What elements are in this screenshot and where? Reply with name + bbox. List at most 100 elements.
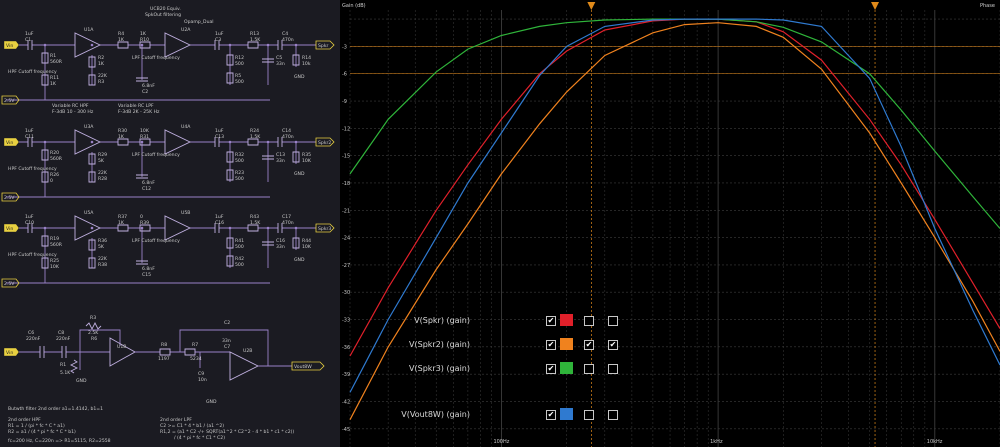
c4-ref: C14 — [282, 128, 291, 134]
opamp-u1b-label: U1B — [117, 344, 126, 350]
legend-color-swatch[interactable] — [560, 314, 573, 326]
r-lo-value: 0 — [50, 178, 53, 184]
y-tick-label: -27 — [342, 263, 350, 269]
legend-checkbox[interactable] — [584, 364, 594, 374]
schematic-canvas[interactable]: UCB20 Equiv. SpkOut filtering Opamp_Dual… — [0, 0, 340, 447]
r15-value: 1.5K — [250, 37, 261, 43]
waveform-plot-pane[interactable]: Gain (dB) Phase -3 -6 -9 -12 -15 -18 -21 -24 -27… — [340, 0, 1000, 447]
note-hpf-eq2: R2 = a1 / (4 * pi * fc * C * b1) — [8, 429, 76, 435]
legend-checkbox[interactable] — [608, 316, 618, 326]
legend-label: V(Spkr2) (gain) — [409, 340, 470, 349]
r12-value: 500 — [235, 61, 244, 67]
legend-color-swatch[interactable] — [560, 338, 573, 350]
filter-stage-2[interactable]: VinU3A U4A1uFC11R20560RR260HPF Cutoff fre… — [1, 124, 335, 202]
opamp-u2b-label: U2B — [243, 348, 252, 354]
lpf-range-2: F-3dB 2K - 25K Hz — [118, 109, 160, 115]
x-tick-label: 100Hz — [493, 439, 509, 445]
legend-label: V(Spkr) (gain) — [414, 316, 470, 325]
r-gnd-ref: R5 — [235, 73, 241, 79]
legend-checkbox[interactable]: ✔ — [546, 410, 556, 420]
c9-ref: C9 — [198, 371, 204, 377]
y-tick-label: -9 — [342, 99, 347, 105]
r7-value: 5234 — [190, 356, 202, 362]
legend-checkbox[interactable] — [608, 364, 618, 374]
opamp-2-label: U5B — [181, 210, 190, 216]
legend-checkbox[interactable]: ✔ — [584, 340, 594, 350]
c5-value: 33n — [276, 244, 285, 250]
r-gnd-value: 500 — [235, 79, 244, 85]
opamp-1-label: U1A — [84, 27, 94, 33]
legend-row[interactable]: V(Spkr) (gain) ✔ — [340, 314, 640, 328]
legend-color-swatch[interactable] — [560, 408, 573, 420]
c5-ref: C5 — [276, 55, 282, 61]
legend-checkbox[interactable] — [608, 410, 618, 420]
r14-ref: R44 — [302, 238, 311, 244]
c-in-ref: C11 — [25, 134, 34, 140]
legend-checkbox[interactable]: ✔ — [546, 364, 556, 374]
y-tick-label: -15 — [342, 154, 350, 160]
r15-ref: R24 — [250, 128, 259, 134]
opamp-2[interactable] — [164, 215, 192, 241]
r-a-value: 1K — [118, 220, 125, 226]
gnd-label: GND — [294, 257, 305, 263]
legend-row[interactable]: V(Vout8W) (gain) ✔ — [340, 408, 640, 422]
opamp-1[interactable] — [74, 129, 102, 155]
ref-2v5-label: 2.5V — [4, 281, 15, 287]
c5-value: 33n — [276, 61, 285, 67]
legend-row[interactable]: V(Spkr3) (gain) ✔ — [340, 362, 640, 376]
opamp-2[interactable] — [164, 129, 192, 155]
r-a-ref: R4 — [118, 31, 124, 37]
c4-value: 470n — [282, 220, 294, 226]
r-b-ref: R31 — [140, 134, 149, 140]
r-lo-ref: R25 — [50, 258, 59, 264]
vin-port-label: Vin — [6, 140, 13, 146]
legend-row[interactable]: V(Spkr2) (gain) ✔ ✔ ✔ — [340, 338, 640, 352]
opamp-1-label: U5A — [84, 210, 94, 216]
opamp-1[interactable] — [74, 215, 102, 241]
r2-ref: R29 — [98, 152, 107, 158]
r-a-ref: R30 — [118, 128, 127, 134]
c4-value: 470n — [282, 134, 294, 140]
legend-checkbox[interactable] — [584, 316, 594, 326]
opamp-u1b[interactable] — [109, 337, 136, 367]
r15-ref: R13 — [250, 31, 259, 37]
legend-checkbox[interactable]: ✔ — [546, 340, 556, 350]
legend-checkbox[interactable]: ✔ — [608, 340, 618, 350]
r-gnd-ref: R23 — [235, 170, 244, 176]
r14-value: 10k — [302, 61, 311, 67]
butterworth-stage[interactable]: Vin C6 220nF C8 220nF R3 2.5K R6 R1 5.1K… — [3, 315, 325, 405]
r-lo-value: 10K — [50, 264, 60, 270]
cursor-1-handle[interactable] — [587, 2, 596, 10]
cursor-2-handle[interactable] — [871, 2, 880, 10]
vout8w-port-label: Vout8W — [294, 364, 312, 370]
legend-checkbox[interactable] — [584, 410, 594, 420]
note-lpf-eq3: / (4 * pi * fc * C1 * C2) — [174, 435, 225, 441]
c-in-value: 1uF — [25, 31, 34, 37]
hpf-range-2: F-3dB 10 - 300 Hz — [52, 109, 94, 115]
opamp-1[interactable] — [74, 32, 102, 58]
r14-value: 10K — [302, 158, 312, 164]
lpf-range: Variable RC LPF — [118, 103, 154, 109]
c-in-value: 1uF — [25, 128, 34, 134]
c-lpf-value: 6.8nF — [142, 83, 155, 89]
vin-port-bw-label: Vin — [6, 350, 13, 356]
opamp-2-label: U4A — [181, 124, 191, 130]
legend-checkbox[interactable]: ✔ — [546, 316, 556, 326]
filter-stage-1[interactable]: VinU1A U2A1uFC1R1560RR111KHPF Cutoff freq… — [1, 27, 335, 115]
r22k-ref: R28 — [98, 176, 107, 182]
filter-stage-3[interactable]: VinU5A U5B1uFC10R19560RR2510KHPF Cutoff f… — [1, 210, 335, 288]
r-pot-ref: R1 — [50, 53, 56, 59]
opamp-u2b[interactable] — [229, 351, 260, 381]
c-in-ref: C10 — [25, 220, 34, 226]
schematic-pane[interactable]: UCB20 Equiv. SpkOut filtering Opamp_Dual… — [0, 0, 340, 447]
y-tick-label: -6 — [342, 72, 347, 78]
r-lo-ref: R26 — [50, 172, 59, 178]
r-b-value: 10K — [140, 128, 150, 134]
r1-value: 5.1K — [60, 370, 71, 376]
c-lpf-ref: C12 — [142, 186, 151, 192]
opamp-2[interactable] — [164, 32, 192, 58]
r12-ref: R41 — [235, 238, 244, 244]
r22k-value: 22K — [98, 73, 108, 79]
legend-color-swatch[interactable] — [560, 362, 573, 374]
r-lo-value: 1K — [50, 81, 57, 87]
